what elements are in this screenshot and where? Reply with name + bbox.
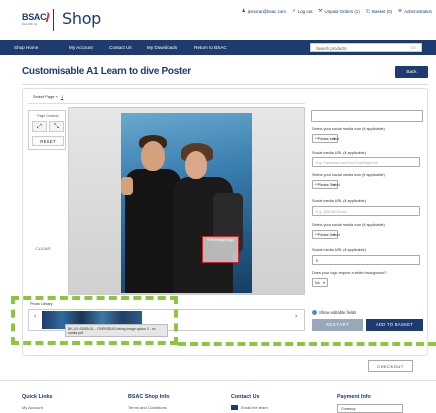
chevron-right-icon[interactable]: ›: [295, 313, 297, 320]
page-controls: Page Controls ⤢ ⤡ RESET: [28, 110, 66, 150]
currency-select[interactable]: Currency: [337, 404, 403, 413]
user-icon: ♟: [241, 8, 246, 13]
icon-label-1: Select your social media icon (if applic…: [312, 127, 385, 131]
add-to-basket-button[interactable]: ADD TO BASKET: [366, 319, 423, 331]
reset-button[interactable]: RESET: [32, 136, 64, 146]
header-divider: [53, 9, 54, 31]
white-bg-label: Does your logo require a white backgroun…: [312, 271, 387, 275]
footer-shop-info-heading: BSAC Shop Info: [128, 394, 170, 400]
checkout-button[interactable]: CHECKOUT: [368, 360, 413, 372]
title-divider: [22, 84, 428, 85]
poster-image[interactable]: [121, 113, 252, 293]
gear-icon: ⚙: [398, 8, 403, 13]
select-page-label: Select Page »: [33, 94, 58, 99]
basket-icon: ◫: [365, 8, 371, 13]
footer-contact-heading: Contact Us: [231, 394, 260, 400]
page-controls-label: Page Controls: [37, 114, 59, 118]
edit-logo-label: Edit Image/Logo: [207, 238, 234, 242]
basket-link[interactable]: ◫ Basket (0): [366, 8, 392, 14]
shop-title: Shop: [62, 9, 102, 28]
white-bg-select[interactable]: No ▾: [312, 278, 328, 287]
email-icon: [231, 405, 238, 411]
url-input-2[interactable]: E.g. @BSACDivers: [312, 206, 420, 216]
chevron-down-icon: ▾: [333, 183, 335, 187]
administration-link[interactable]: ⚙ Administration: [398, 8, 432, 14]
search-go-button[interactable]: GO: [410, 44, 416, 53]
footer-my-account-link[interactable]: My Account: [22, 405, 43, 410]
editor-divider: [28, 103, 305, 104]
url-label-2: Social media URL (if applicable): [312, 199, 366, 203]
logout-icon: ➚: [291, 8, 296, 13]
restart-button[interactable]: RESTART: [312, 319, 363, 331]
clear-button[interactable]: CLEAR: [33, 244, 53, 254]
icon-label-2: Select your social media icon (if applic…: [312, 173, 385, 177]
text-field-top[interactable]: [311, 110, 423, 122]
select-page[interactable]: Select Page » 1: [33, 94, 63, 99]
select-page-value[interactable]: 1: [61, 94, 63, 99]
callout-highlight-box: [11, 296, 178, 345]
logo-text: BSAC: [22, 12, 47, 22]
ok-hand: [121, 177, 133, 195]
site-header: BSAC Dive With Us Shop ♟ jessicar@bsac.co…: [0, 0, 436, 40]
radio-dot-icon: [312, 310, 317, 315]
nav-my-account[interactable]: My Account: [69, 40, 93, 55]
zoom-out-icon[interactable]: ⤡: [49, 121, 64, 132]
diver-face-right: [185, 151, 207, 179]
show-editable-label: Show editable fields: [319, 310, 357, 315]
top-links: ♟ jessicar@bsac.com ➚ Log out ⚒ Unpaid Orde…: [242, 8, 432, 14]
url-label-3: Social media URL (if applicable): [312, 248, 366, 252]
unpaid-orders-link[interactable]: ⚒ Unpaid Orders (1): [318, 8, 359, 14]
icon-select-1[interactable]: **Please select ▾: [312, 134, 339, 143]
user-link[interactable]: ♟ jessicar@bsac.com: [242, 8, 286, 14]
show-editable-toggle[interactable]: Show editable fields: [312, 310, 356, 315]
logout-link[interactable]: ➚ Log out: [292, 8, 313, 14]
nav-shop-home[interactable]: Shop Home: [14, 40, 38, 55]
orders-icon: ⚒: [318, 8, 323, 13]
footer-terms-link[interactable]: Terms and Conditions: [128, 405, 167, 410]
url-input-1[interactable]: E.g. Facebook.com/YourClubPageLink: [312, 157, 420, 167]
chevron-down-icon: ▾: [333, 233, 335, 237]
search-placeholder: Search products: [316, 46, 347, 51]
footer-payment-heading: Payment Info: [337, 394, 371, 400]
nav-contact-us[interactable]: Contact Us: [109, 40, 132, 55]
footer-divider: [0, 380, 436, 381]
diver-face-left: [141, 141, 165, 171]
logo-tagline: Dive With Us: [22, 23, 37, 26]
search-input[interactable]: Search products GO: [310, 43, 422, 52]
icon-label-3: Select your social media icon (if applic…: [312, 223, 385, 227]
back-button[interactable]: Back: [395, 66, 428, 78]
edit-logo-area[interactable]: Edit Image/Logo: [202, 236, 239, 263]
url-label-1: Social media URL (if applicable): [312, 151, 366, 155]
chevron-down-icon: ▾: [323, 281, 325, 285]
footer-email-link[interactable]: Email the team: [231, 405, 268, 411]
callout-dashed-line: [178, 342, 436, 346]
icon-select-3[interactable]: **Please Select ▾: [312, 230, 340, 239]
nav-my-downloads[interactable]: My Downloads: [147, 40, 177, 55]
page-title: Customisable A1 Learn to dive Poster: [22, 66, 191, 77]
bsac-logo[interactable]: BSAC Dive With Us: [22, 12, 51, 32]
icon-select-2[interactable]: **Please Select ▾: [312, 180, 340, 189]
nav-return-to-bsac[interactable]: Return to BSAC: [194, 40, 227, 55]
main-nav: Shop Home My Account Contact Us My Downl…: [0, 40, 436, 55]
footer-quick-links-heading: Quick Links: [22, 394, 53, 400]
chevron-down-icon: ▾: [333, 137, 335, 141]
url-input-3[interactable]: €: [312, 255, 420, 265]
zoom-in-icon[interactable]: ⤢: [32, 121, 47, 132]
